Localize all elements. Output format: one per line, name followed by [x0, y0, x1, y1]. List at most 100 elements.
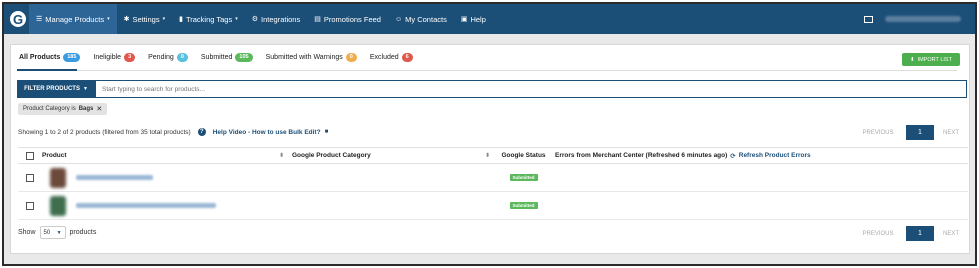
question-circle-icon[interactable]: ?: [197, 128, 206, 136]
tab-submitted[interactable]: Submitted 105: [201, 53, 253, 62]
chevron-down-icon: ▾: [162, 16, 166, 22]
next-page-button[interactable]: NEXT: [939, 231, 963, 237]
tab-label: Pending: [148, 54, 174, 61]
nav-item-manage-products[interactable]: ☰ Manage Products ▾: [29, 4, 117, 34]
close-icon[interactable]: ✕: [96, 105, 102, 113]
nav-item-label: Promotions Feed: [323, 14, 381, 24]
nav-item-label: Integrations: [261, 14, 301, 24]
app-logo[interactable]: G: [7, 4, 29, 34]
product-status-tabs: All Products 185 Ineligible 3 Pending 0 Submit…: [19, 53, 413, 62]
tabs-divider: [17, 70, 957, 71]
chevron-down-icon: ▾: [107, 16, 110, 22]
filter-bar: FILTER PRODUCTS ▼: [17, 80, 967, 98]
page-size-control: Show 50 ▼ products: [18, 226, 96, 239]
tab-label: Ineligible: [93, 54, 122, 61]
nav-item-label: Tracking Tags: [185, 14, 233, 24]
nav-item-settings[interactable]: ✱ Settings ▾: [117, 4, 173, 34]
video-camera-icon[interactable]: ■: [325, 129, 329, 135]
tab-label: Submitted with Warnings: [265, 54, 343, 61]
app-frame: G ☰ Manage Products ▾ ✱ Settings ▾ ▮ Tracking T…: [2, 2, 977, 266]
row-checkbox[interactable]: [26, 173, 34, 182]
import-list-button[interactable]: ⬇ IMPORT LIST: [902, 53, 960, 66]
active-filter-chip: Product Category is Bags ✕: [18, 103, 108, 115]
tab-excluded[interactable]: Excluded 6: [370, 53, 413, 62]
tab-pending[interactable]: Pending 0: [148, 53, 188, 62]
filter-chip-value: Bags: [78, 106, 94, 112]
count-badge: 185: [63, 53, 81, 62]
nav-item-integrations[interactable]: ⚙ Integrations: [245, 4, 307, 34]
product-name-link[interactable]: [76, 203, 216, 208]
row-checkbox[interactable]: [26, 201, 34, 210]
tab-all-products[interactable]: All Products 185: [19, 53, 81, 62]
product-thumbnail: [50, 195, 66, 216]
page-size-select[interactable]: 50 ▼: [39, 226, 66, 239]
count-badge: 3: [124, 53, 136, 62]
results-summary: Showing 1 to 2 of 2 products (filtered f…: [18, 128, 328, 136]
tab-ineligible[interactable]: Ineligible 3: [93, 53, 136, 62]
nav-item-help[interactable]: ▣ Help: [454, 4, 493, 34]
active-tab-indicator: [17, 69, 77, 71]
account-card-icon[interactable]: [864, 15, 873, 23]
previous-page-button[interactable]: PREVIOUS: [855, 231, 901, 237]
count-badge: 6: [401, 53, 413, 62]
table-body: Submitted Submitted: [18, 164, 968, 220]
download-icon: ⬇: [910, 56, 915, 63]
top-navigation: G ☰ Manage Products ▾ ✱ Settings ▾ ▮ Tracking T…: [4, 4, 975, 34]
products-table: Product ⬍ Google Product Category ⬍ Goog…: [18, 147, 968, 220]
product-thumbnail: [50, 167, 66, 188]
chevron-down-icon: ▼: [82, 86, 88, 92]
errors-column-header: Errors from Merchant Center (Refreshed 6…: [555, 152, 728, 159]
tab-label: Excluded: [369, 54, 399, 61]
previous-page-button[interactable]: PREVIOUS: [855, 130, 901, 136]
page-1-button[interactable]: 1: [906, 226, 934, 241]
user-email[interactable]: [885, 16, 961, 22]
products-panel: All Products 185 Ineligible 3 Pending 0 Submit…: [10, 44, 970, 254]
filter-products-button[interactable]: FILTER PRODUCTS ▼: [17, 80, 95, 98]
count-badge: 105: [235, 53, 253, 62]
filter-products-label: FILTER PRODUCTS: [24, 86, 80, 92]
sort-icon[interactable]: ⬍: [279, 152, 284, 159]
table-row: Submitted: [18, 164, 968, 192]
people-icon: ☺: [394, 15, 403, 23]
nav-item-tracking-tags[interactable]: ▮ Tracking Tags ▾: [172, 4, 245, 34]
count-badge: 0: [176, 53, 188, 62]
gear-icon: ✱: [123, 16, 130, 23]
status-badge: Submitted: [509, 174, 538, 181]
product-search-input[interactable]: [95, 80, 967, 98]
bar-chart-icon: ▮: [179, 16, 183, 23]
refresh-product-errors-link[interactable]: Refresh Product Errors: [739, 152, 811, 159]
pagination-bottom: PREVIOUS 1 NEXT: [855, 226, 963, 241]
filter-chip-prefix: Product Category is: [23, 106, 76, 112]
product-column-header[interactable]: Product: [42, 152, 67, 159]
nav-item-label: My Contacts: [405, 14, 447, 24]
chevron-down-icon: ▾: [235, 16, 238, 22]
tab-label: Submitted: [200, 54, 233, 61]
count-badge: 0: [345, 53, 357, 62]
category-column-header[interactable]: Google Product Category: [292, 152, 371, 159]
nav-item-my-contacts[interactable]: ☺ My Contacts: [388, 4, 454, 34]
show-label: Show: [18, 229, 36, 236]
next-page-button[interactable]: NEXT: [939, 130, 963, 136]
page-1-button[interactable]: 1: [906, 125, 934, 140]
sort-icon[interactable]: ⬍: [485, 152, 490, 159]
nav-item-label: Help: [470, 14, 486, 24]
status-badge: Submitted: [509, 202, 538, 209]
nav-right: [864, 15, 975, 23]
products-suffix: products: [69, 229, 97, 236]
select-all-checkbox[interactable]: [26, 151, 34, 160]
table-row: Submitted: [18, 192, 968, 220]
product-name-link[interactable]: [76, 175, 153, 180]
logo-mark-icon: G: [10, 11, 26, 27]
table-header: Product ⬍ Google Product Category ⬍ Goog…: [18, 147, 968, 164]
tab-submitted-with-warnings[interactable]: Submitted with Warnings 0: [266, 53, 357, 62]
results-summary-text: Showing 1 to 2 of 2 products (filtered f…: [18, 128, 191, 136]
list-icon: ☰: [36, 16, 43, 23]
help-video-link[interactable]: Help Video - How to use Bulk Edit?: [213, 129, 321, 136]
puzzle-icon: ⚙: [251, 16, 259, 23]
import-list-label: IMPORT LIST: [917, 56, 952, 63]
pagination-top: PREVIOUS 1 NEXT: [855, 125, 963, 140]
nav-item-promotions-feed[interactable]: ▤ Promotions Feed: [307, 4, 388, 34]
document-icon: ▤: [314, 16, 321, 23]
chevron-down-icon: ▼: [56, 229, 62, 236]
refresh-icon[interactable]: ⟳: [730, 152, 735, 160]
